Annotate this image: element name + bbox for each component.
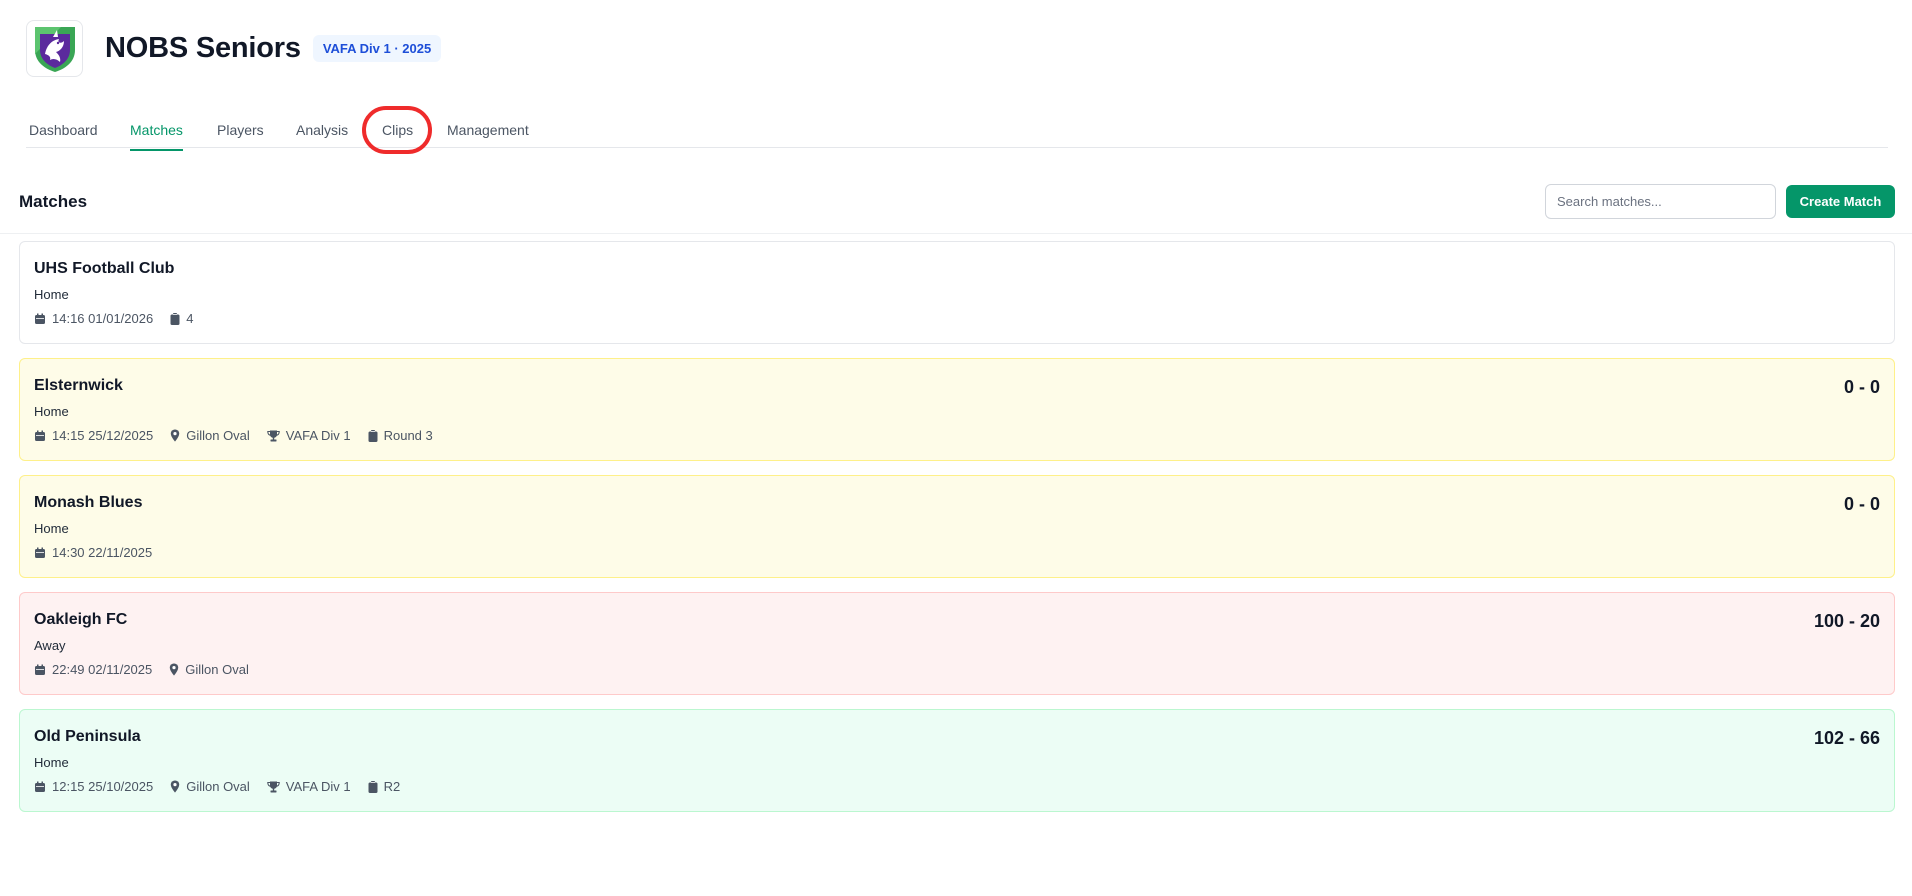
match-datetime: 14:15 25/12/2025 bbox=[34, 428, 153, 443]
match-round: R2 bbox=[368, 779, 400, 794]
match-meta: 12:15 25/10/2025 Gillon Oval VAFA Div 1 … bbox=[34, 779, 417, 794]
clipboard-icon bbox=[368, 429, 378, 442]
match-opponent: Elsternwick bbox=[34, 377, 123, 394]
trophy-icon bbox=[267, 430, 280, 441]
tab-analysis[interactable]: Analysis bbox=[296, 122, 348, 149]
match-datetime: 14:16 01/01/2026 bbox=[34, 311, 153, 326]
tab-players[interactable]: Players bbox=[217, 122, 264, 149]
match-meta: 22:49 02/11/2025 Gillon Oval bbox=[34, 662, 266, 677]
calendar-icon bbox=[35, 430, 45, 441]
match-round: 4 bbox=[170, 311, 193, 326]
match-meta: 14:16 01/01/2026 4 bbox=[34, 311, 210, 326]
match-datetime: 22:49 02/11/2025 bbox=[34, 662, 152, 677]
calendar-icon bbox=[35, 664, 45, 675]
tab-matches[interactable]: Matches bbox=[130, 122, 183, 151]
matches-heading: Matches bbox=[19, 192, 88, 211]
calendar-icon bbox=[35, 781, 45, 792]
tab-clips[interactable]: Clips bbox=[382, 122, 413, 149]
match-score: 0 - 0 bbox=[1843, 377, 1880, 397]
page-header: NOBS Seniors VAFA Div 1 · 2025 bbox=[26, 20, 442, 77]
create-match-button[interactable]: Create Match bbox=[1786, 185, 1895, 218]
search-input[interactable] bbox=[1545, 184, 1776, 219]
match-opponent: Monash Blues bbox=[34, 494, 143, 511]
map-pin-icon bbox=[171, 429, 180, 442]
calendar-icon bbox=[35, 547, 45, 558]
match-opponent: Oakleigh FC bbox=[34, 611, 128, 628]
match-card[interactable]: UHS Football Club Home 14:16 01/01/2026 … bbox=[19, 241, 1895, 344]
calendar-icon bbox=[35, 313, 45, 324]
map-pin-icon bbox=[171, 780, 180, 793]
clipboard-icon bbox=[368, 780, 378, 793]
competition-badge: VAFA Div 1 · 2025 bbox=[312, 35, 442, 62]
match-venue-type: Home bbox=[34, 755, 69, 770]
club-logo bbox=[26, 20, 83, 77]
clipboard-icon bbox=[170, 312, 180, 325]
section-divider bbox=[0, 233, 1912, 234]
match-card[interactable]: Monash Blues Home 0 - 0 14:30 22/11/2025 bbox=[19, 475, 1895, 578]
griffin-crest-icon bbox=[34, 26, 75, 72]
match-datetime: 14:30 22/11/2025 bbox=[34, 545, 152, 560]
tab-management[interactable]: Management bbox=[447, 122, 529, 149]
match-venue-type: Away bbox=[34, 638, 66, 653]
match-round: Round 3 bbox=[368, 428, 433, 443]
team-title: NOBS Seniors bbox=[105, 32, 301, 64]
match-score: 102 - 66 bbox=[1813, 728, 1880, 748]
match-score: 0 - 0 bbox=[1843, 494, 1880, 514]
match-card[interactable]: Elsternwick Home 0 - 0 14:15 25/12/2025 … bbox=[19, 358, 1895, 461]
match-location: Gillon Oval bbox=[170, 779, 250, 794]
match-location: Gillon Oval bbox=[169, 662, 249, 677]
match-card[interactable]: Old Peninsula Home 102 - 66 12:15 25/10/… bbox=[19, 709, 1895, 812]
match-meta: 14:30 22/11/2025 bbox=[34, 545, 169, 560]
trophy-icon bbox=[267, 781, 280, 792]
match-venue-type: Home bbox=[34, 521, 69, 536]
match-opponent: UHS Football Club bbox=[34, 260, 175, 277]
map-pin-icon bbox=[170, 663, 179, 676]
tab-dashboard[interactable]: Dashboard bbox=[29, 122, 98, 149]
match-competition: VAFA Div 1 bbox=[267, 428, 351, 443]
match-competition: VAFA Div 1 bbox=[267, 779, 351, 794]
match-opponent: Old Peninsula bbox=[34, 728, 141, 745]
match-datetime: 12:15 25/10/2025 bbox=[34, 779, 153, 794]
match-venue-type: Home bbox=[34, 404, 69, 419]
match-score: 100 - 20 bbox=[1813, 611, 1880, 631]
match-card[interactable]: Oakleigh FC Away 100 - 20 22:49 02/11/20… bbox=[19, 592, 1895, 695]
match-meta: 14:15 25/12/2025 Gillon Oval VAFA Div 1 … bbox=[34, 428, 450, 443]
match-venue-type: Home bbox=[34, 287, 69, 302]
main-tabs: Dashboard Matches Players Analysis Clips… bbox=[26, 110, 1888, 151]
match-location: Gillon Oval bbox=[170, 428, 250, 443]
